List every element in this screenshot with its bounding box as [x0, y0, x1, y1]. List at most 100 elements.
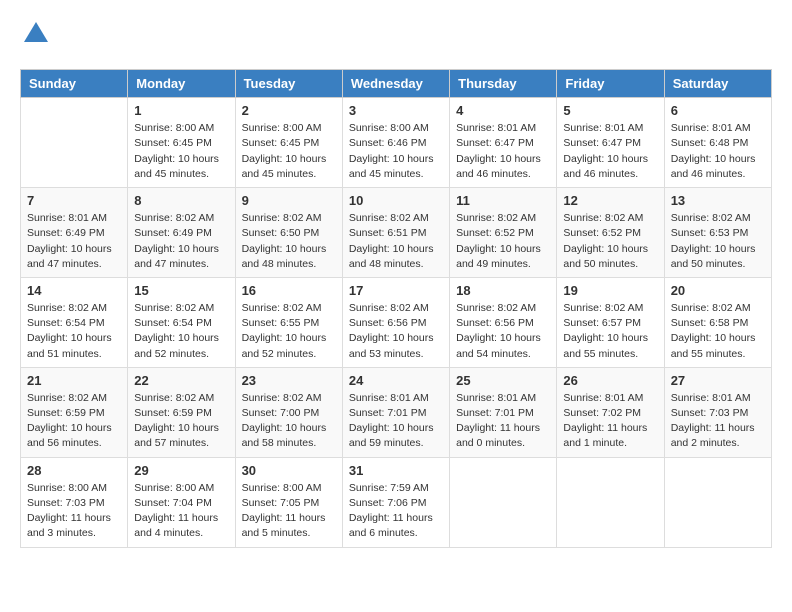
- calendar-cell: 22 Sunrise: 8:02 AMSunset: 6:59 PMDayligh…: [128, 367, 235, 457]
- day-info: Sunrise: 8:02 AMSunset: 6:55 PMDaylight:…: [242, 301, 336, 362]
- calendar-week-row: 21 Sunrise: 8:02 AMSunset: 6:59 PMDayligh…: [21, 367, 772, 457]
- calendar-cell: [21, 98, 128, 188]
- calendar-week-row: 7Sunrise: 8:01 AMSunset: 6:49 PMDaylight…: [21, 188, 772, 278]
- day-info: Sunrise: 8:00 AMSunset: 6:45 PMDaylight:…: [134, 121, 228, 182]
- calendar-cell: 3 Sunrise: 8:00 AMSunset: 6:46 PMDaylight…: [342, 98, 449, 188]
- calendar-week-row: 28 Sunrise: 8:00 AMSunset: 7:03 PMDayligh…: [21, 457, 772, 547]
- day-info: Sunrise: 8:02 AMSunset: 6:59 PMDaylight:…: [134, 391, 228, 452]
- day-info: Sunrise: 8:01 AMSunset: 6:47 PMDaylight:…: [563, 121, 657, 182]
- day-info: Sunrise: 8:00 AMSunset: 7:04 PMDaylight:…: [134, 481, 228, 542]
- logo: [20, 20, 50, 53]
- day-info: Sunrise: 8:02 AMSunset: 6:59 PMDaylight:…: [27, 391, 121, 452]
- day-number: 27: [671, 373, 765, 388]
- day-number: 26: [563, 373, 657, 388]
- logo-icon: [22, 20, 50, 48]
- calendar-cell: 26 Sunrise: 8:01 AMSunset: 7:02 PMDayligh…: [557, 367, 664, 457]
- day-number: 9: [242, 193, 336, 208]
- day-number: 8: [134, 193, 228, 208]
- day-info: Sunrise: 8:01 AMSunset: 6:47 PMDaylight:…: [456, 121, 550, 182]
- calendar-cell: 11Sunrise: 8:02 AMSunset: 6:52 PMDayligh…: [450, 188, 557, 278]
- calendar-cell: 6 Sunrise: 8:01 AMSunset: 6:48 PMDaylight…: [664, 98, 771, 188]
- day-info: Sunrise: 8:00 AMSunset: 7:03 PMDaylight:…: [27, 481, 121, 542]
- day-number: 20: [671, 283, 765, 298]
- day-info: Sunrise: 8:02 AMSunset: 6:53 PMDaylight:…: [671, 211, 765, 272]
- day-number: 29: [134, 463, 228, 478]
- calendar-cell: 21 Sunrise: 8:02 AMSunset: 6:59 PMDayligh…: [21, 367, 128, 457]
- calendar-cell: 1 Sunrise: 8:00 AMSunset: 6:45 PMDaylight…: [128, 98, 235, 188]
- day-number: 12: [563, 193, 657, 208]
- day-number: 17: [349, 283, 443, 298]
- calendar-cell: 2Sunrise: 8:00 AMSunset: 6:45 PMDaylight…: [235, 98, 342, 188]
- day-number: 3: [349, 103, 443, 118]
- day-info: Sunrise: 8:01 AMSunset: 6:48 PMDaylight:…: [671, 121, 765, 182]
- day-number: 19: [563, 283, 657, 298]
- calendar-cell: 4 Sunrise: 8:01 AMSunset: 6:47 PMDaylight…: [450, 98, 557, 188]
- day-info: Sunrise: 8:02 AMSunset: 6:50 PMDaylight:…: [242, 211, 336, 272]
- col-sunday: Sunday: [21, 70, 128, 98]
- day-number: 31: [349, 463, 443, 478]
- calendar-cell: 30 Sunrise: 8:00 AMSunset: 7:05 PMDayligh…: [235, 457, 342, 547]
- calendar-cell: 20 Sunrise: 8:02 AMSunset: 6:58 PMDayligh…: [664, 277, 771, 367]
- calendar-cell: 23 Sunrise: 8:02 AMSunset: 7:00 PMDayligh…: [235, 367, 342, 457]
- calendar-cell: [557, 457, 664, 547]
- calendar-cell: [450, 457, 557, 547]
- calendar-cell: 14Sunrise: 8:02 AMSunset: 6:54 PMDayligh…: [21, 277, 128, 367]
- day-number: 13: [671, 193, 765, 208]
- day-info: Sunrise: 8:02 AMSunset: 6:52 PMDaylight:…: [563, 211, 657, 272]
- day-number: 5: [563, 103, 657, 118]
- day-number: 22: [134, 373, 228, 388]
- calendar-cell: 17 Sunrise: 8:02 AMSunset: 6:56 PMDayligh…: [342, 277, 449, 367]
- day-info: Sunrise: 8:02 AMSunset: 6:58 PMDaylight:…: [671, 301, 765, 362]
- day-number: 1: [134, 103, 228, 118]
- day-info: Sunrise: 8:01 AMSunset: 7:02 PMDaylight:…: [563, 391, 657, 452]
- calendar-cell: 12 Sunrise: 8:02 AMSunset: 6:52 PMDayligh…: [557, 188, 664, 278]
- day-info: Sunrise: 7:59 AMSunset: 7:06 PMDaylight:…: [349, 481, 443, 542]
- day-info: Sunrise: 8:01 AMSunset: 6:49 PMDaylight:…: [27, 211, 121, 272]
- calendar-cell: 10Sunrise: 8:02 AMSunset: 6:51 PMDayligh…: [342, 188, 449, 278]
- logo-text: [20, 20, 50, 53]
- day-info: Sunrise: 8:00 AMSunset: 6:46 PMDaylight:…: [349, 121, 443, 182]
- day-info: Sunrise: 8:02 AMSunset: 6:57 PMDaylight:…: [563, 301, 657, 362]
- calendar-cell: 29 Sunrise: 8:00 AMSunset: 7:04 PMDayligh…: [128, 457, 235, 547]
- day-number: 11: [456, 193, 550, 208]
- day-info: Sunrise: 8:02 AMSunset: 6:49 PMDaylight:…: [134, 211, 228, 272]
- calendar-cell: [664, 457, 771, 547]
- col-wednesday: Wednesday: [342, 70, 449, 98]
- day-number: 23: [242, 373, 336, 388]
- day-info: Sunrise: 8:02 AMSunset: 7:00 PMDaylight:…: [242, 391, 336, 452]
- day-info: Sunrise: 8:00 AMSunset: 7:05 PMDaylight:…: [242, 481, 336, 542]
- day-info: Sunrise: 8:02 AMSunset: 6:56 PMDaylight:…: [456, 301, 550, 362]
- day-info: Sunrise: 8:02 AMSunset: 6:51 PMDaylight:…: [349, 211, 443, 272]
- col-tuesday: Tuesday: [235, 70, 342, 98]
- calendar-cell: 13 Sunrise: 8:02 AMSunset: 6:53 PMDayligh…: [664, 188, 771, 278]
- day-number: 28: [27, 463, 121, 478]
- day-info: Sunrise: 8:01 AMSunset: 7:01 PMDaylight:…: [349, 391, 443, 452]
- calendar-cell: 31 Sunrise: 7:59 AMSunset: 7:06 PMDayligh…: [342, 457, 449, 547]
- day-number: 18: [456, 283, 550, 298]
- day-info: Sunrise: 8:01 AMSunset: 7:01 PMDaylight:…: [456, 391, 550, 452]
- day-number: 24: [349, 373, 443, 388]
- calendar-cell: 25Sunrise: 8:01 AMSunset: 7:01 PMDayligh…: [450, 367, 557, 457]
- calendar-cell: 15Sunrise: 8:02 AMSunset: 6:54 PMDayligh…: [128, 277, 235, 367]
- day-number: 14: [27, 283, 121, 298]
- day-number: 15: [134, 283, 228, 298]
- day-info: Sunrise: 8:00 AMSunset: 6:45 PMDaylight:…: [242, 121, 336, 182]
- day-number: 21: [27, 373, 121, 388]
- calendar-cell: 9 Sunrise: 8:02 AMSunset: 6:50 PMDaylight…: [235, 188, 342, 278]
- day-number: 6: [671, 103, 765, 118]
- day-info: Sunrise: 8:02 AMSunset: 6:56 PMDaylight:…: [349, 301, 443, 362]
- calendar-cell: 19 Sunrise: 8:02 AMSunset: 6:57 PMDayligh…: [557, 277, 664, 367]
- calendar-week-row: 14Sunrise: 8:02 AMSunset: 6:54 PMDayligh…: [21, 277, 772, 367]
- col-monday: Monday: [128, 70, 235, 98]
- day-number: 4: [456, 103, 550, 118]
- day-number: 30: [242, 463, 336, 478]
- calendar-cell: 7Sunrise: 8:01 AMSunset: 6:49 PMDaylight…: [21, 188, 128, 278]
- calendar-cell: 27Sunrise: 8:01 AMSunset: 7:03 PMDayligh…: [664, 367, 771, 457]
- calendar-cell: 24 Sunrise: 8:01 AMSunset: 7:01 PMDayligh…: [342, 367, 449, 457]
- calendar-cell: 18 Sunrise: 8:02 AMSunset: 6:56 PMDayligh…: [450, 277, 557, 367]
- calendar-header-row: Sunday Monday Tuesday Wednesday Thursday…: [21, 70, 772, 98]
- day-number: 16: [242, 283, 336, 298]
- calendar-table: Sunday Monday Tuesday Wednesday Thursday…: [20, 69, 772, 547]
- calendar-week-row: 1 Sunrise: 8:00 AMSunset: 6:45 PMDaylight…: [21, 98, 772, 188]
- col-saturday: Saturday: [664, 70, 771, 98]
